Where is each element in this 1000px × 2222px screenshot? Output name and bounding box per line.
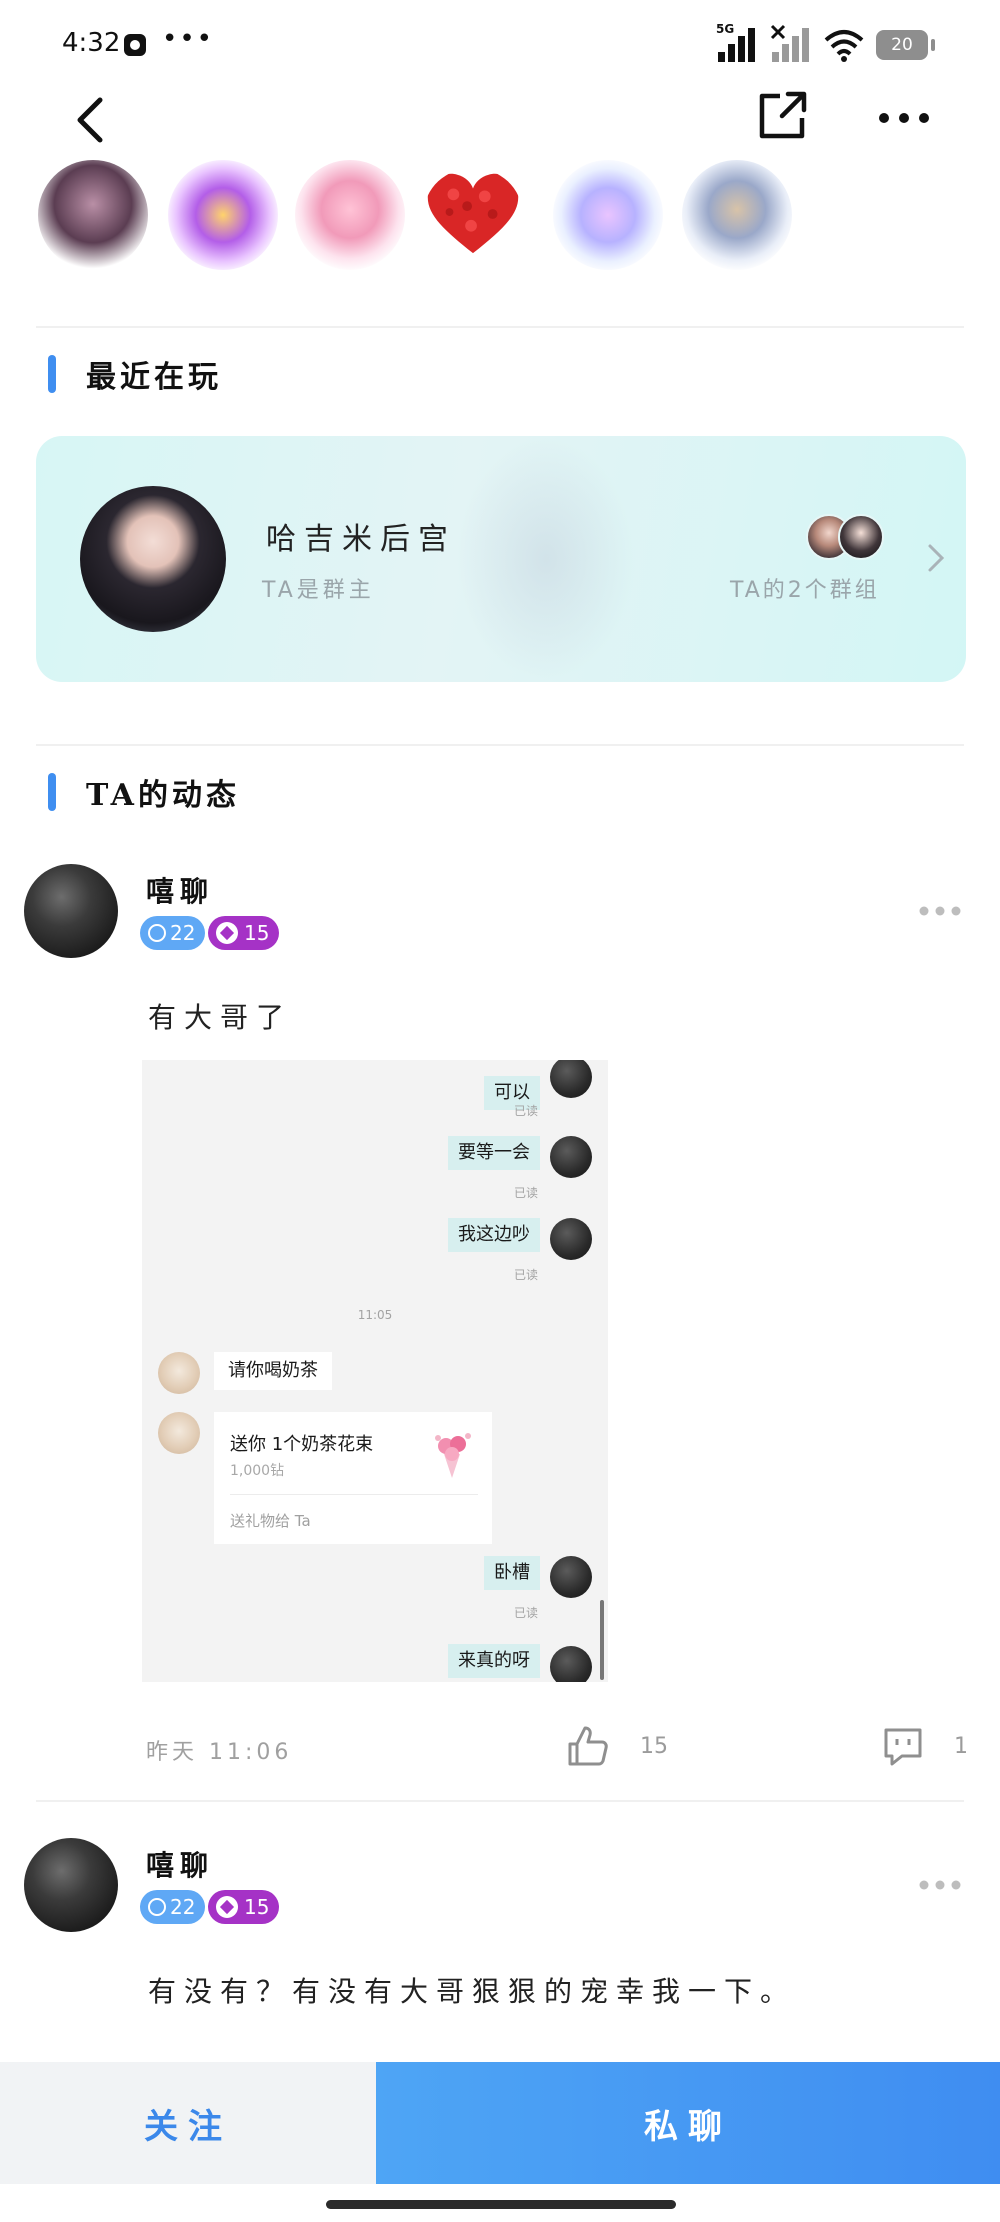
groups-count: TA的2个群组	[730, 578, 880, 603]
divider	[36, 744, 964, 746]
more-icon[interactable]	[918, 1878, 962, 1892]
gift-title: 送你 1个奶茶花束	[230, 1434, 374, 1455]
avatar	[158, 1352, 200, 1394]
divider	[36, 326, 964, 328]
chat-message: 我这边吵	[448, 1218, 540, 1252]
crystal-ball-icon[interactable]	[553, 160, 663, 270]
chat-message: 要等一会	[448, 1136, 540, 1170]
section-accent-bar	[48, 355, 56, 393]
decoration-row	[30, 160, 792, 270]
comment-count: 1	[954, 1734, 968, 1759]
age-value: 22	[170, 1895, 196, 1919]
level-badge: 15	[208, 1890, 280, 1924]
feed-title: TA的动态	[86, 778, 240, 813]
avatar	[838, 514, 884, 560]
signal-icon	[718, 28, 755, 62]
gift-card: 送你 1个奶茶花束 1,000钻 送礼物给 Ta	[214, 1412, 492, 1544]
battery-icon: 20	[876, 30, 935, 60]
divider	[230, 1494, 478, 1495]
level-badge: 15	[208, 916, 280, 950]
back-icon[interactable]	[66, 90, 116, 150]
avatar	[550, 1556, 592, 1598]
like-count: 15	[640, 1734, 668, 1759]
treasure-chest-icon[interactable]	[168, 160, 278, 270]
gender-icon	[148, 1898, 166, 1916]
thumbs-up-icon[interactable]	[566, 1724, 610, 1768]
more-icon[interactable]	[918, 904, 962, 918]
recent-play-title: 最近在玩	[86, 360, 222, 395]
section-accent-bar	[48, 773, 56, 811]
divider	[36, 1800, 964, 1802]
anime-couple-icon[interactable]	[682, 160, 792, 270]
top-bar	[0, 80, 1000, 170]
gift-action: 送礼物给 Ta	[230, 1512, 311, 1530]
diamond-icon	[216, 922, 238, 944]
follow-button[interactable]: 关注	[0, 2062, 376, 2184]
app-notification-icon	[124, 34, 146, 56]
recent-play-header: 最近在玩	[48, 352, 222, 396]
age-badge: 22	[140, 1890, 206, 1924]
home-indicator[interactable]	[326, 2200, 676, 2209]
post-image[interactable]: 可以 已读 要等一会 已读 我这边吵 已读 11:05 请你喝奶茶 送你 1个奶…	[142, 1060, 608, 1682]
signal-no-service-icon	[770, 24, 809, 62]
avatar	[550, 1136, 592, 1178]
post-author-name: 嘻聊	[146, 1849, 215, 1882]
heart-icon[interactable]	[424, 168, 522, 258]
status-time: 4:32	[62, 28, 121, 58]
feed-header: TA的动态	[48, 770, 240, 814]
gift-price: 1,000钻	[230, 1463, 285, 1479]
read-status: 已读	[513, 1268, 538, 1282]
couple-frame-icon[interactable]	[38, 160, 148, 270]
group-avatar	[80, 486, 226, 632]
chat-message: 请你喝奶茶	[214, 1352, 332, 1390]
more-notifications-icon: •••	[162, 24, 215, 54]
group-name: 哈吉米后宫	[266, 522, 456, 557]
post-author-name: 嘻聊	[146, 875, 215, 908]
groups-avatars	[806, 514, 886, 560]
comment-icon[interactable]	[880, 1724, 926, 1770]
chat-time: 11:05	[357, 1308, 393, 1322]
bottom-action-bar: 关注 私聊	[0, 2062, 1000, 2184]
scrollbar	[600, 1600, 604, 1680]
more-icon[interactable]	[874, 98, 934, 138]
level-value: 15	[244, 1895, 270, 1919]
post-text: 有没有？有没有大哥狠狠的宠幸我一下。	[148, 1975, 797, 2008]
read-status: 已读	[513, 1606, 538, 1620]
private-chat-button[interactable]: 私聊	[376, 2062, 1000, 2184]
avatar[interactable]	[24, 1838, 118, 1932]
read-status: 已读	[513, 1186, 538, 1200]
avatar	[550, 1218, 592, 1260]
avatar[interactable]	[24, 864, 118, 958]
wifi-icon	[824, 30, 864, 62]
chevron-right-icon	[928, 544, 945, 572]
level-value: 15	[244, 921, 270, 945]
chat-message: 来真的呀	[448, 1644, 540, 1678]
post-date: 昨天 11:06	[146, 1740, 293, 1765]
share-icon[interactable]	[752, 86, 812, 146]
group-role: TA是群主	[262, 578, 375, 603]
age-value: 22	[170, 921, 196, 945]
gender-icon	[148, 924, 166, 942]
flower-bouquet-icon	[435, 1433, 471, 1478]
avatar	[550, 1646, 592, 1682]
anime-girl-icon[interactable]	[295, 160, 405, 270]
recent-play-card[interactable]: 哈吉米后宫 TA是群主 TA的2个群组	[36, 436, 966, 682]
avatar	[550, 1060, 592, 1098]
age-badge: 22	[140, 916, 206, 950]
status-bar: 4:32 ••• 5G 20	[0, 0, 1000, 90]
avatar	[158, 1412, 200, 1454]
read-status: 已读	[513, 1104, 538, 1118]
chat-message: 卧槽	[484, 1556, 540, 1590]
diamond-icon	[216, 1896, 238, 1918]
post-text: 有大哥了	[148, 1001, 293, 1034]
